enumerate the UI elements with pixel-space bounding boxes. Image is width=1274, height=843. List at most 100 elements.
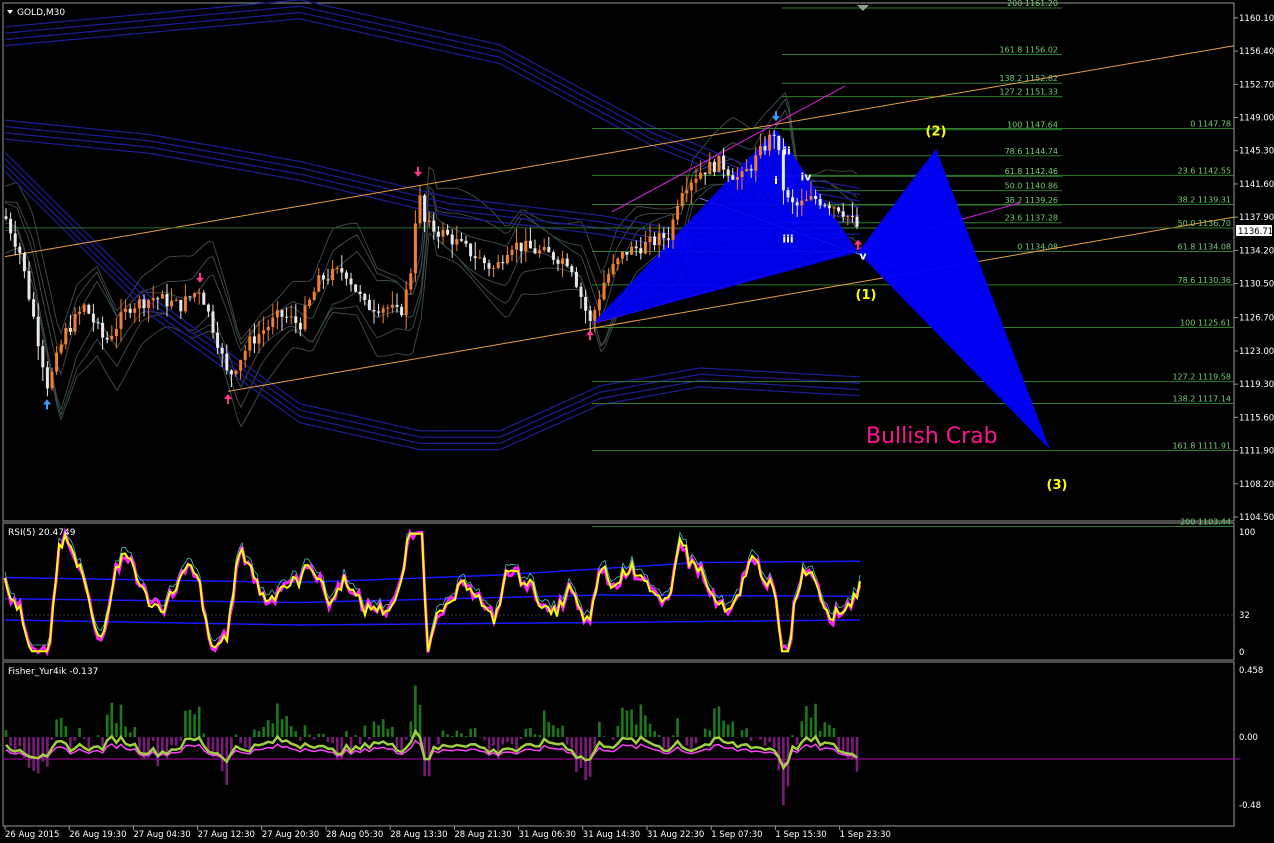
candle-body: [285, 317, 288, 318]
fisher-histogram-bar: [732, 722, 735, 738]
candle-body: [754, 155, 757, 170]
fisher-histogram-bar: [193, 714, 196, 737]
wave-label-ii: ii: [783, 144, 791, 157]
candle-body: [14, 233, 17, 246]
fisher-histogram-bar: [718, 706, 721, 737]
fisher-histogram-bar: [460, 733, 463, 737]
fisher-histogram-bar: [814, 704, 817, 737]
candle-body: [409, 273, 412, 289]
candle-body: [451, 235, 454, 245]
fisher-histogram-bar: [267, 720, 270, 737]
fisher-histogram-bar: [667, 737, 670, 750]
candle-body: [18, 247, 21, 253]
candle-body: [225, 354, 228, 371]
fib-right-label: 100 1125.61: [1180, 318, 1231, 327]
fisher-histogram-bar: [856, 737, 859, 772]
candle-body: [460, 239, 463, 241]
fisher-histogram-bar: [387, 729, 390, 737]
rsi-axis-label: 0: [1239, 648, 1244, 658]
candle-body: [161, 294, 164, 299]
candle-body: [731, 175, 734, 180]
wave-label-i: i: [774, 174, 778, 187]
fisher-histogram-bar: [184, 711, 187, 737]
candle-body: [55, 353, 58, 372]
fisher-histogram-bar: [741, 730, 744, 737]
fisher-histogram-bar: [28, 737, 31, 768]
price-axis-label: 1130.50: [1239, 280, 1274, 290]
candle-body: [741, 171, 744, 177]
wave-label-v: v: [859, 249, 867, 262]
time-axis-label: 1 Sep 23:30: [840, 830, 891, 839]
fisher-histogram-bar: [106, 715, 109, 738]
rsi-axis-label: 32: [1239, 611, 1250, 621]
candle-body: [437, 232, 440, 237]
fisher-histogram-bar: [276, 704, 279, 738]
candle-body: [368, 300, 371, 310]
candle-body: [152, 298, 155, 300]
candle-body: [327, 280, 330, 281]
candle-body: [644, 242, 647, 254]
fisher-histogram-bar: [603, 736, 606, 737]
candle-body: [396, 305, 399, 307]
time-axis-label: 27 Aug 12:30: [198, 830, 255, 839]
fisher-histogram-bar: [410, 722, 413, 737]
fisher-histogram-bar: [561, 726, 564, 737]
fisher-histogram-bar: [5, 730, 8, 737]
fib-left-label: 161.8 1156.02: [999, 46, 1058, 55]
fisher-histogram-bar: [534, 734, 537, 737]
fisher-histogram-bar: [635, 725, 638, 738]
candle-body: [37, 317, 40, 347]
price-axis-label: 1141.60: [1239, 180, 1274, 190]
candle-body: [823, 205, 826, 206]
candle-body: [810, 196, 813, 200]
candle-body: [138, 299, 141, 308]
time-axis-label: 28 Aug 05:30: [326, 830, 383, 839]
candle-body: [432, 221, 435, 232]
candle-body: [455, 239, 458, 245]
fisher-histogram-bar: [111, 703, 114, 737]
fisher-histogram-bar: [833, 728, 836, 737]
fib-left-label: 38.2 1139.26: [1005, 196, 1058, 205]
fisher-histogram-bar: [290, 726, 293, 737]
fisher-histogram-bar: [285, 716, 288, 737]
candle-body: [478, 258, 481, 259]
candle-body: [598, 299, 601, 310]
fisher-histogram-bar: [322, 734, 325, 737]
candle-body: [547, 247, 550, 252]
fisher-histogram-bar: [773, 737, 776, 748]
candle-body: [561, 259, 564, 265]
fisher-histogram-bar: [55, 720, 58, 738]
candle-body: [129, 309, 132, 313]
price-axis-label: 1137.90: [1239, 213, 1274, 223]
fisher-histogram-bar: [557, 728, 560, 737]
fisher-histogram-bar: [299, 737, 302, 741]
candle-body: [506, 255, 509, 263]
price-chart[interactable]: 200 1161.20161.8 1156.02138.2 1152.82127…: [0, 0, 1274, 839]
fisher-histogram-bar: [382, 719, 385, 737]
candle-body: [198, 293, 201, 294]
chart-title: GOLD,M30: [17, 8, 65, 18]
candle-body: [685, 190, 688, 193]
fisher-histogram-bar: [824, 722, 827, 737]
price-axis-label: 1115.60: [1239, 413, 1274, 423]
fisher-histogram-bar: [778, 737, 781, 770]
candle-body: [428, 221, 431, 223]
fib-right-label: 127.2 1119.58: [1172, 373, 1231, 382]
fisher-histogram-bar: [295, 731, 298, 737]
fisher-title: Fisher_Yur4ik -0.137: [8, 667, 98, 677]
candle-body: [106, 338, 109, 340]
candle-body: [520, 243, 523, 252]
fisher-histogram-bar: [672, 735, 675, 737]
fisher-histogram-bar: [124, 727, 127, 738]
candle-body: [23, 253, 26, 271]
fisher-histogram-bar: [640, 704, 643, 737]
fisher-histogram-bar: [101, 737, 104, 746]
candle-body: [672, 220, 675, 240]
candle-body: [538, 250, 541, 253]
price-axis-label: 1108.20: [1239, 480, 1274, 490]
fisher-histogram-bar: [479, 737, 482, 738]
price-axis-label: 1145.30: [1239, 147, 1274, 157]
fisher-histogram-bar: [676, 718, 679, 737]
fib-right-label: 61.8 1134.08: [1178, 242, 1231, 251]
candle-body: [133, 308, 136, 312]
